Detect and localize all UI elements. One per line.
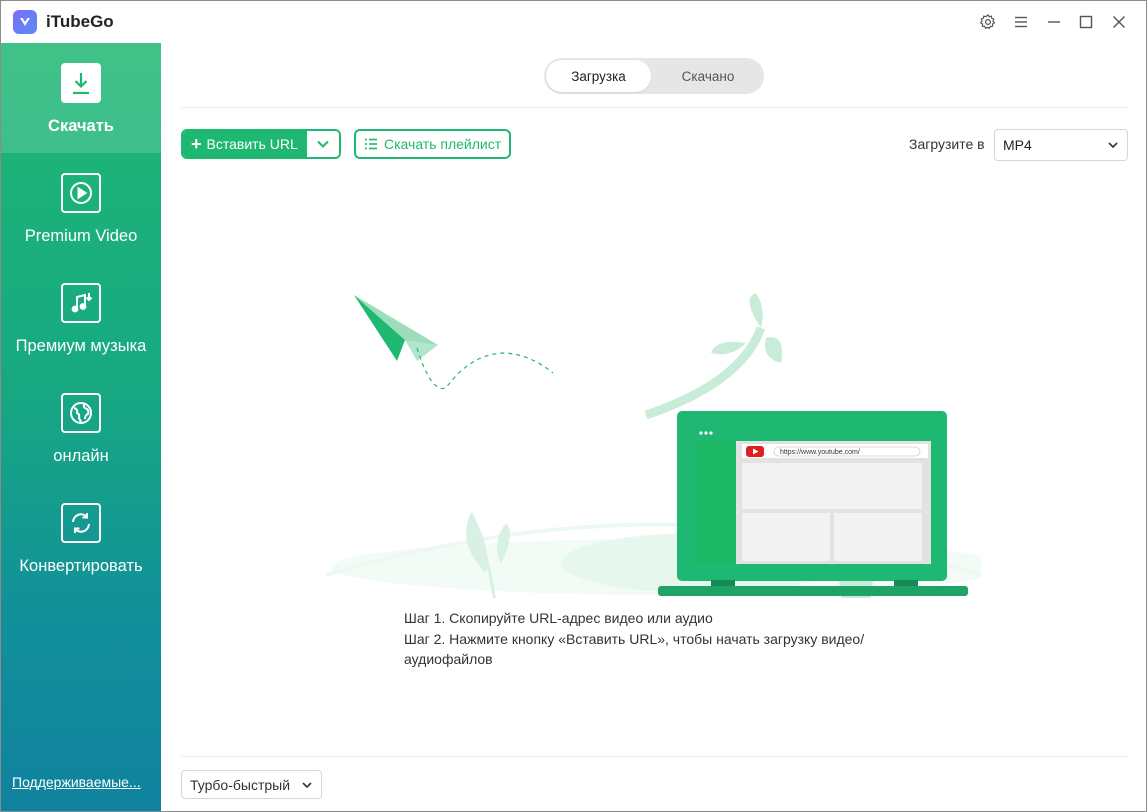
supported-sites-link[interactable]: Поддерживаемые... <box>12 774 141 790</box>
download-playlist-label: Скачать плейлист <box>384 136 502 152</box>
chevron-down-icon <box>317 140 329 148</box>
download-icon <box>61 63 101 103</box>
minimize-icon[interactable] <box>1043 11 1065 33</box>
playlist-icon <box>365 138 377 150</box>
format-select[interactable]: MP4 <box>994 129 1128 161</box>
tab-downloaded[interactable]: Скачано <box>654 60 762 92</box>
music-note-icon <box>61 283 101 323</box>
app-title: iTubeGo <box>46 12 114 31</box>
sidebar: Скачать Premium Video Премиум музыка онл… <box>1 43 161 811</box>
sidebar-item-label: Конвертировать <box>19 557 143 575</box>
plus-icon: + <box>191 134 202 154</box>
chevron-down-icon <box>1108 142 1118 149</box>
sidebar-item-label: Скачать <box>48 117 114 135</box>
app-logo-icon <box>13 10 37 34</box>
sidebar-item-premium-video[interactable]: Premium Video <box>1 153 161 263</box>
step-2-text: Шаг 2. Нажмите кнопку «Вставить URL», чт… <box>404 630 865 668</box>
main-panel: Загрузка Скачано + Вставить URL Скачать … <box>161 43 1146 811</box>
title-bar: iTubeGo <box>1 1 1146 43</box>
paper-plane-icon <box>354 295 438 361</box>
globe-icon <box>61 393 101 433</box>
paste-url-split-button: + Вставить URL <box>181 129 341 159</box>
menu-hamburger-icon[interactable] <box>1010 11 1032 33</box>
close-icon[interactable] <box>1108 11 1130 33</box>
step-1-text: Шаг 1. Скопируйте URL-адрес видео или ау… <box>404 610 713 626</box>
convert-icon <box>61 503 101 543</box>
url-bar-text: https://www.youtube.com/ <box>780 449 860 456</box>
app-window: iTubeGo Скачать Premium Video Премиум му… <box>0 0 1147 812</box>
sidebar-item-online[interactable]: онлайн <box>1 373 161 483</box>
settings-gear-icon[interactable] <box>977 11 999 33</box>
play-icon <box>61 173 101 213</box>
sidebar-item-premium-music[interactable]: Премиум музыка <box>1 263 161 373</box>
paste-url-dropdown-button[interactable] <box>307 131 339 157</box>
format-value: MP4 <box>1003 137 1032 153</box>
speed-mode-select[interactable]: Турбо-быстрый <box>181 770 322 799</box>
bottom-divider <box>181 756 1128 757</box>
maximize-icon[interactable] <box>1075 11 1097 33</box>
top-divider <box>181 107 1128 108</box>
sidebar-item-label: Premium Video <box>24 227 138 245</box>
format-label: Загрузите в <box>909 136 985 152</box>
paste-url-button[interactable]: + Вставить URL <box>183 131 307 157</box>
view-tab-switch: Загрузка Скачано <box>544 58 764 94</box>
paste-url-label: Вставить URL <box>206 136 298 152</box>
chevron-down-icon <box>302 782 312 789</box>
sidebar-item-label: Премиум музыка <box>15 337 147 355</box>
empty-state-illustration: https://www.youtube.com/ <box>325 293 981 598</box>
sidebar-item-convert[interactable]: Конвертировать <box>1 483 161 593</box>
tab-download[interactable]: Загрузка <box>546 60 651 92</box>
instructions-text: Шаг 1. Скопируйте URL-адрес видео или ау… <box>404 608 924 670</box>
sidebar-item-download[interactable]: Скачать <box>1 43 161 153</box>
speed-mode-value: Турбо-быстрый <box>190 776 291 793</box>
download-playlist-button[interactable]: Скачать плейлист <box>354 129 511 159</box>
laptop-icon: https://www.youtube.com/ <box>658 411 968 596</box>
sidebar-item-label: онлайн <box>53 447 109 465</box>
